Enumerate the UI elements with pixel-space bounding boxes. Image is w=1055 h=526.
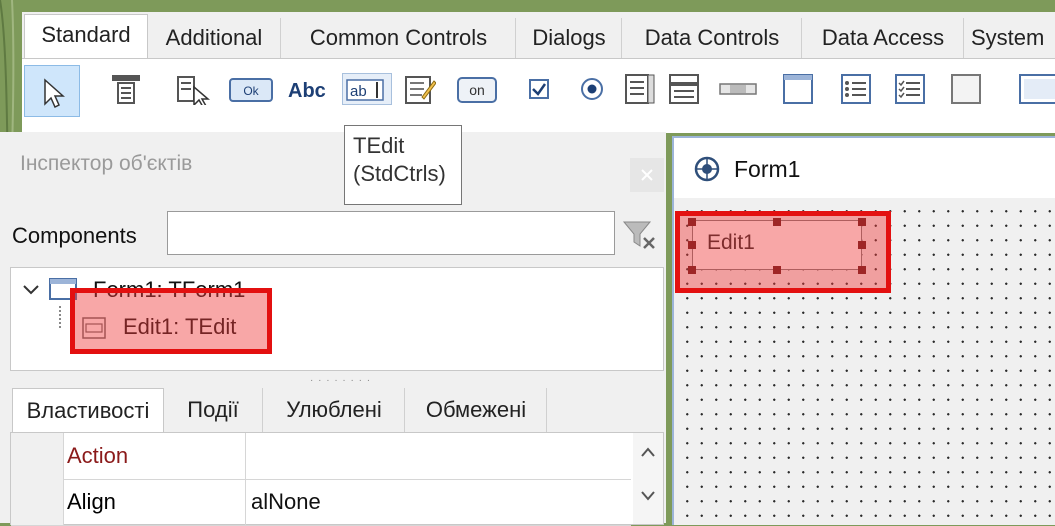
edit-icon-text: ab [350,83,367,100]
tab-properties[interactable]: Властивості [12,388,164,433]
label-icon[interactable]: Abc [286,73,332,105]
combobox-icon[interactable] [668,73,700,105]
form-designer-window: Form1 [672,136,1055,525]
property-name: Action [67,433,246,479]
tab-system[interactable]: System [965,18,1055,58]
chevron-down-icon[interactable] [21,280,41,300]
property-row-align[interactable]: Align alNone [11,479,631,526]
scroll-down-icon[interactable] [639,489,657,503]
tooltip-line-1: TEdit [353,133,405,158]
radiogroup-icon[interactable] [840,73,872,105]
main-menu-icon[interactable] [110,73,142,105]
popup-menu-icon[interactable] [174,73,214,108]
row-gutter [11,433,64,479]
tree-connector [59,306,63,328]
close-icon[interactable] [630,158,664,192]
splitter-grip[interactable]: · · · · · · · · [310,375,371,386]
groupbox-icon[interactable] [782,73,814,105]
components-label-text: Components [12,223,137,248]
button-icon[interactable]: Ok [228,73,274,105]
tab-standard[interactable]: Standard [24,14,148,59]
component-palette-tabs: Standard Additional Common Controls Dial… [22,12,1055,59]
tab-restricted[interactable]: Обмежені [406,388,547,432]
highlight-form-edit1 [675,211,891,293]
edit-icon[interactable]: ab [342,73,392,105]
components-filter-input[interactable] [167,211,615,255]
property-name: Align [67,479,246,525]
scrollbar-icon[interactable] [718,73,758,105]
property-value[interactable]: alNone [251,479,321,525]
tab-events[interactable]: Події [164,388,263,432]
tab-favorites[interactable]: Улюблені [264,388,405,432]
scroll-up-icon[interactable] [639,445,657,459]
memo-icon[interactable] [404,73,437,105]
tooltip-line-2: (StdCtrls) [353,161,446,186]
frame-icon[interactable] [1018,73,1055,105]
toggle-box-icon-text: on [469,82,485,98]
highlight-tree-edit1 [70,288,272,354]
pointer-icon[interactable] [24,65,80,117]
tab-data-controls[interactable]: Data Controls [623,18,802,58]
radio-button-icon[interactable] [576,73,608,105]
checkgroup-icon[interactable] [894,73,926,105]
form-title: Form1 [734,156,801,182]
components-label: Components [12,223,137,249]
button-icon-text: Ok [243,84,259,98]
label-icon-text: Abc [288,80,326,102]
toggle-box-icon[interactable]: on [456,73,500,105]
row-gutter [11,479,64,525]
tab-common-controls[interactable]: Common Controls [282,18,516,58]
filter-clear-icon[interactable] [620,216,660,252]
property-scrollbar[interactable] [633,433,663,524]
lazarus-form-icon [692,154,722,184]
checkbox-icon[interactable] [524,73,556,105]
component-palette: Ok Abc ab on [22,58,1055,133]
inspector-title: Інспектор об'єктів [20,152,193,175]
component-tooltip: TEdit (StdCtrls) [344,125,462,205]
tab-dialogs[interactable]: Dialogs [517,18,622,58]
panel-icon[interactable] [950,73,982,105]
listbox-icon[interactable] [624,73,656,105]
tab-data-access[interactable]: Data Access [803,18,964,58]
property-grid: Action Align alNone [10,432,664,526]
property-row-action[interactable]: Action [11,433,631,480]
tab-additional[interactable]: Additional [148,18,281,58]
